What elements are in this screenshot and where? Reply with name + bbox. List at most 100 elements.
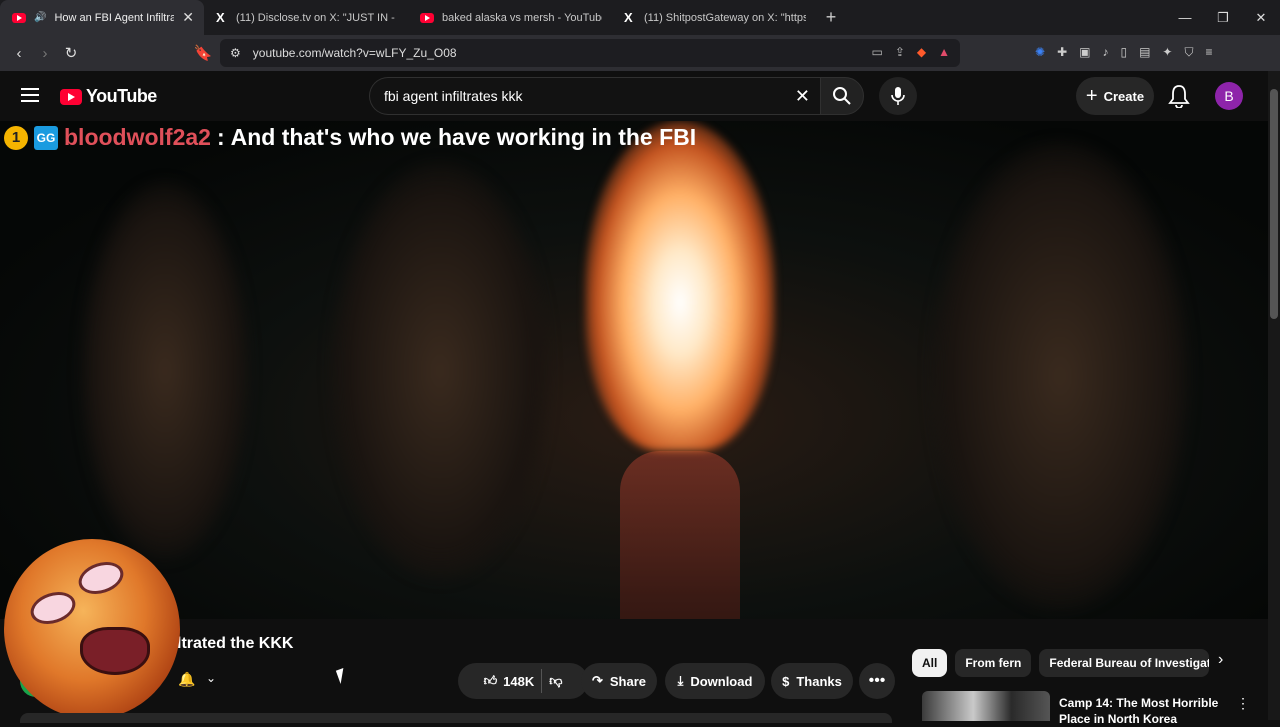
search-input[interactable]: fbi agent infiltrates kkk ✕ <box>369 77 820 115</box>
chevron-right-icon[interactable]: › <box>1218 651 1223 669</box>
video-flame <box>585 121 775 451</box>
clear-search-icon[interactable]: ✕ <box>795 86 810 107</box>
below-video-area: ltrated the KKK t. 🔔 ⌄ 👍︎ 148K 👎︎ ↷ Shar… <box>0 539 1268 726</box>
chevron-down-icon[interactable]: ⌄ <box>206 671 216 685</box>
browser-tab-4[interactable]: X (11) ShitpostGateway on X: "https://t <box>612 0 816 35</box>
sidebar-icon[interactable]: ▯ <box>1120 45 1127 60</box>
video-figure-left <box>80 181 250 561</box>
youtube-play-icon <box>60 88 82 105</box>
sticker-mouth <box>80 627 150 675</box>
description-box[interactable] <box>20 713 892 723</box>
url-text: youtube.com/watch?v=wLFY_Zu_O08 <box>252 46 457 60</box>
more-actions-button[interactable]: ••• <box>859 663 895 699</box>
notifications-bell-icon[interactable] <box>1168 84 1190 113</box>
plus-icon: + <box>1085 84 1098 107</box>
sticker-eye <box>74 556 128 600</box>
browser-tab-3[interactable]: baked alaska vs mersh - YouTube <box>408 0 612 35</box>
microphone-icon <box>891 87 905 105</box>
youtube-logo[interactable]: YouTube <box>60 86 157 107</box>
chat-badge-gg: GG <box>34 125 58 150</box>
browser-tab-1[interactable]: 🔊 How an FBI Agent Infiltrated the KKK ✕ <box>0 0 204 35</box>
scrollbar-thumb[interactable] <box>1270 89 1278 319</box>
back-icon[interactable]: ‹ <box>6 45 32 62</box>
tab-label: How an FBI Agent Infiltrated the KKK <box>54 11 175 24</box>
leo-icon[interactable]: ✦ <box>1162 45 1172 60</box>
video-figure-right <box>930 141 1190 611</box>
recommended-title[interactable]: Camp 14: The Most Horrible Place in Nort… <box>1059 695 1229 727</box>
dislike-button[interactable]: 👎︎ <box>549 673 562 689</box>
extension-icons: ✺ ✚ ▣ ♪ ▯ ▤ ✦ ⛉ ≡ <box>1035 45 1213 60</box>
url-field[interactable]: ⚙ youtube.com/watch?v=wLFY_Zu_O08 ▭ ⇪ ◆ … <box>220 39 960 67</box>
minimize-icon[interactable]: — <box>1166 0 1204 35</box>
video-torch <box>620 451 740 619</box>
extension-icon[interactable]: ✺ <box>1035 45 1045 60</box>
like-dislike-group: 👍︎ 148K 👎︎ <box>458 663 588 699</box>
share-icon: ↷ <box>591 673 603 688</box>
site-info-icon[interactable]: ⚙ <box>230 46 241 60</box>
youtube-favicon-icon <box>12 12 26 23</box>
hamburger-menu-icon[interactable] <box>21 88 39 106</box>
brave-rewards-icon[interactable]: ▲ <box>938 45 950 59</box>
screenshot-icon[interactable]: ▣ <box>1079 45 1090 60</box>
chip-fbi[interactable]: Federal Bureau of Investigation <box>1039 649 1210 677</box>
recommended-thumbnail[interactable] <box>922 691 1050 721</box>
close-window-icon[interactable]: ✕ <box>1242 0 1280 35</box>
mouse-cursor <box>335 668 349 684</box>
vpn-icon[interactable]: ⛉ <box>1184 45 1193 60</box>
tab-label: (11) Disclose.tv on X: "JUST IN - UK m <box>236 11 398 24</box>
youtube-favicon-icon <box>420 12 434 23</box>
video-player[interactable] <box>0 121 1268 619</box>
avatar[interactable]: B <box>1215 82 1243 110</box>
puzzle-icon[interactable]: ✚ <box>1057 45 1067 60</box>
like-button[interactable]: 👍︎ 148K <box>484 673 535 689</box>
search-query: fbi agent infiltrates kkk <box>384 88 523 104</box>
video-title: ltrated the KKK <box>177 635 294 652</box>
forward-icon[interactable]: › <box>32 45 58 62</box>
new-tab-button[interactable]: + <box>816 7 846 28</box>
close-tab-icon[interactable]: ✕ <box>182 9 194 26</box>
divider <box>541 669 543 693</box>
chat-message: And that's who we have working in the FB… <box>230 124 697 150</box>
wallet-icon[interactable]: ▤ <box>1139 45 1150 60</box>
address-bar-row: ‹ › ↻ 🔖 ⚙ youtube.com/watch?v=wLFY_Zu_O0… <box>0 35 1280 71</box>
x-favicon-icon: X <box>624 10 633 25</box>
search-icon <box>833 87 851 105</box>
music-icon[interactable]: ♪ <box>1102 45 1108 60</box>
recommended-video[interactable]: Camp 14: The Most Horrible Place in Nort… <box>922 691 1267 726</box>
create-button[interactable]: + Create <box>1076 77 1154 115</box>
browser-tab-bar: 🔊 How an FBI Agent Infiltrated the KKK ✕… <box>0 0 1280 35</box>
chat-badge: 1 <box>4 125 28 150</box>
page-scrollbar[interactable] <box>1268 71 1280 720</box>
tab-label: baked alaska vs mersh - YouTube <box>442 11 602 24</box>
browser-tab-2[interactable]: X (11) Disclose.tv on X: "JUST IN - UK m <box>204 0 408 35</box>
emoji-sticker-overlay <box>4 539 180 719</box>
video-figure-center-left <box>330 161 550 581</box>
chat-username: bloodwolf2a2 <box>64 124 211 150</box>
cast-icon[interactable]: ▭ <box>871 45 882 59</box>
menu-icon[interactable]: ≡ <box>1206 45 1213 60</box>
kebab-menu-icon[interactable]: ⋮ <box>1236 695 1250 712</box>
reload-icon[interactable]: ↻ <box>58 44 84 62</box>
chip-all[interactable]: All <box>912 649 948 677</box>
share-page-icon[interactable]: ⇪ <box>895 45 905 59</box>
related-chips: All From fern Federal Bureau of Investig… <box>912 649 1210 677</box>
subscription-bell-icon[interactable]: 🔔 <box>178 671 195 688</box>
download-icon: ⤓ <box>677 673 684 688</box>
audio-playing-icon[interactable]: 🔊 <box>34 12 46 23</box>
sticker-eye <box>26 586 80 630</box>
chat-overlay: 1 GG bloodwolf2a2 : And that's who we ha… <box>4 124 696 151</box>
chat-separator: : <box>216 124 225 150</box>
thanks-button[interactable]: $ Thanks <box>771 663 853 699</box>
x-favicon-icon: X <box>216 10 225 25</box>
chip-from-fern[interactable]: From fern <box>955 649 1032 677</box>
search-button[interactable] <box>820 77 864 115</box>
share-button[interactable]: ↷ Share <box>581 663 657 699</box>
voice-search-button[interactable] <box>879 77 917 115</box>
restore-icon[interactable]: ❐ <box>1204 0 1242 35</box>
bookmark-icon[interactable]: 🔖 <box>190 44 216 62</box>
window-controls: — ❐ ✕ <box>1166 0 1280 35</box>
thumbs-up-icon: 👍︎ <box>483 673 498 688</box>
brave-shield-icon[interactable]: ◆ <box>917 45 926 59</box>
download-button[interactable]: ⤓ Download <box>665 663 765 699</box>
thumbs-down-icon: 👎︎ <box>549 673 563 688</box>
